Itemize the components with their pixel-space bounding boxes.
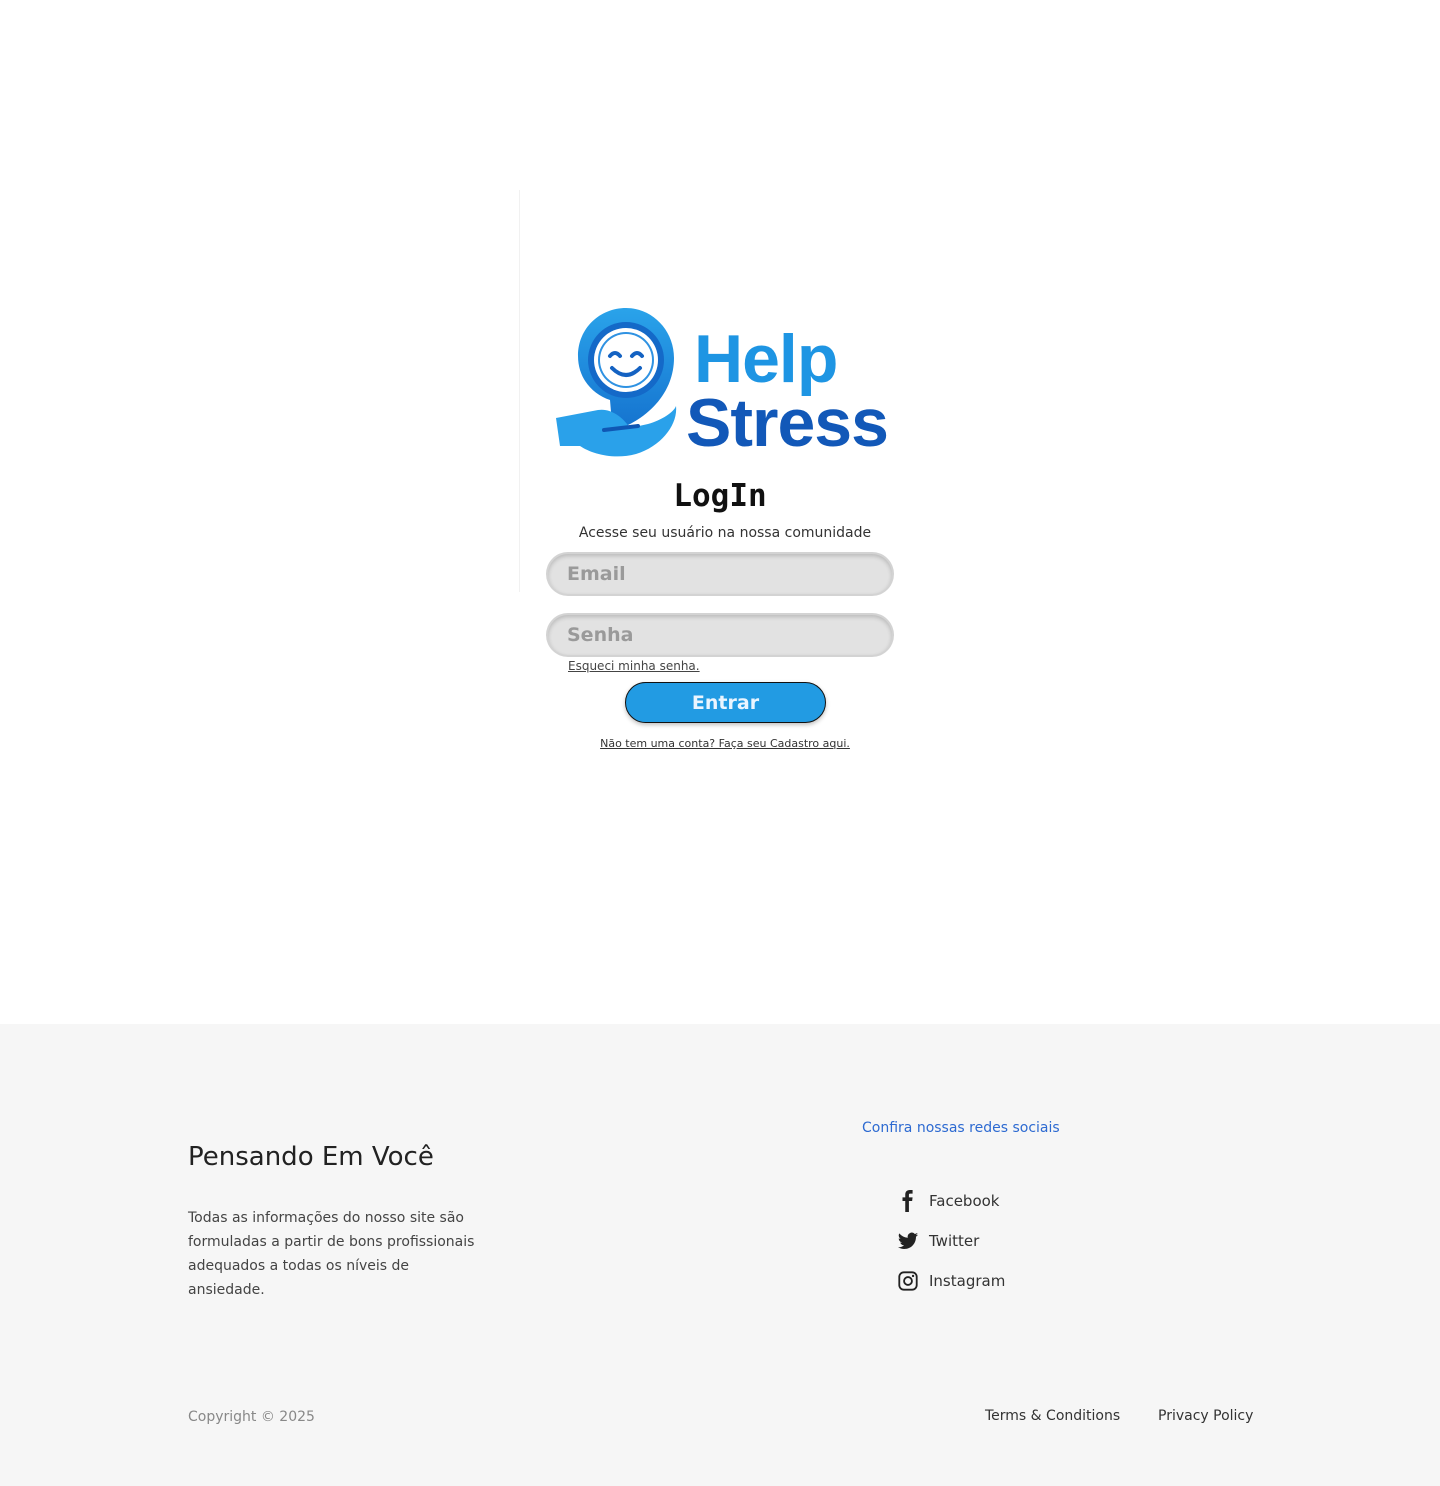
social-item-twitter[interactable]: Twitter: [897, 1221, 1005, 1261]
facebook-icon: [897, 1190, 919, 1212]
social-item-facebook[interactable]: Facebook: [897, 1181, 1005, 1221]
brand-logo: Help Stress: [552, 306, 889, 462]
forgot-password-link[interactable]: Esqueci minha senha.: [568, 659, 700, 673]
instagram-icon: [897, 1270, 919, 1292]
terms-link[interactable]: Terms & Conditions: [985, 1408, 1120, 1424]
smiling-face-in-hand-icon: [556, 308, 677, 457]
social-item-instagram[interactable]: Instagram: [897, 1261, 1005, 1301]
social-label-twitter: Twitter: [929, 1232, 980, 1250]
submit-button[interactable]: Entrar: [625, 682, 826, 723]
social-heading: Confira nossas redes sociais: [862, 1120, 1060, 1136]
social-label-facebook: Facebook: [929, 1192, 1000, 1210]
footer-title: Pensando Em Você: [188, 1142, 434, 1172]
social-list: Facebook Twitter Instagram: [897, 1181, 1005, 1301]
login-subtitle: Acesse seu usuário na nossa comunidade: [578, 525, 872, 541]
email-field[interactable]: [548, 554, 892, 594]
twitter-icon: [897, 1230, 919, 1252]
footer-description: Todas as informações do nosso site são f…: [188, 1210, 475, 1298]
logo-word-stress: Stress: [686, 385, 889, 461]
login-title: LogIn: [673, 478, 767, 514]
copyright: Copyright © 2025: [188, 1409, 315, 1425]
privacy-link[interactable]: Privacy Policy: [1158, 1408, 1253, 1424]
social-label-instagram: Instagram: [929, 1272, 1006, 1290]
page: Help Stress LogIn Acesse seu usuário na …: [0, 0, 1440, 1486]
signup-link[interactable]: Não tem uma conta? Faça seu Cadastro aqu…: [520, 737, 930, 750]
footer: Pensando Em Você Todas as informações do…: [0, 1024, 1440, 1486]
password-field[interactable]: [548, 615, 892, 655]
